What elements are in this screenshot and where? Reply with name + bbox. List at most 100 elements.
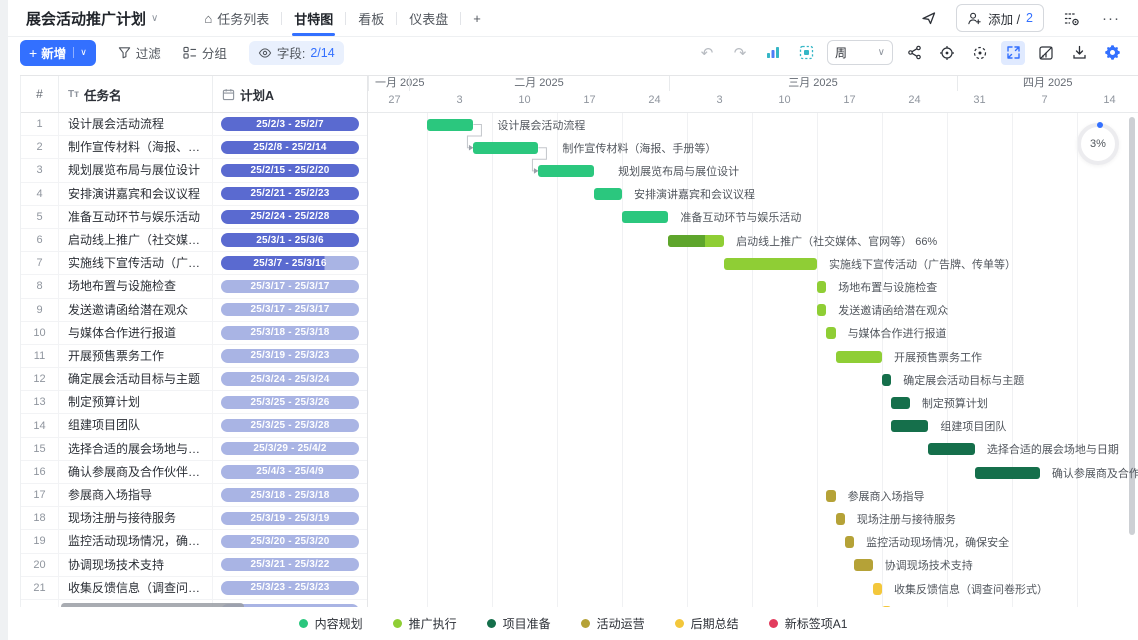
plan-date-pill[interactable]: 25/2/24 - 25/2/28 (221, 210, 359, 224)
tab-gantt[interactable]: 甘特图 (282, 0, 345, 36)
tab-add-view[interactable]: + (461, 0, 493, 36)
plan-date-pill[interactable]: 25/2/21 - 25/2/23 (221, 187, 359, 201)
filter-button[interactable]: 过滤 (118, 43, 161, 62)
tab-task-list[interactable]: ⌂ 任务列表 (192, 0, 281, 36)
task-name[interactable]: 场地布置与设施检查 (59, 275, 213, 297)
redo-icon[interactable]: ↷ (728, 41, 752, 65)
task-row[interactable]: 13制定预算计划25/3/25 - 25/3/26 (21, 391, 367, 414)
gantt-bar[interactable] (622, 211, 668, 223)
task-row[interactable]: 14组建项目团队25/3/25 - 25/3/28 (21, 414, 367, 437)
task-plan-cell[interactable]: 25/2/3 - 25/2/7 (213, 117, 367, 131)
task-name[interactable]: 启动线上推广（社交媒体、官网等） (59, 229, 213, 251)
gantt-bar[interactable] (891, 420, 928, 432)
task-name[interactable]: 规划展览布局与展位设计 (59, 159, 213, 181)
fit-view-icon[interactable] (1001, 41, 1025, 65)
gantt-bar[interactable] (538, 165, 594, 177)
tab-kanban[interactable]: 看板 (346, 0, 396, 36)
progress-ring[interactable]: 3% (1077, 123, 1119, 165)
task-plan-cell[interactable]: 25/3/19 - 25/3/19 (213, 512, 367, 526)
download-icon[interactable] (1067, 41, 1091, 65)
plan-date-pill[interactable]: 25/3/20 - 25/3/20 (221, 535, 359, 549)
task-row[interactable]: 4安排演讲嘉宾和会议议程25/2/21 - 25/2/23 (21, 183, 367, 206)
plan-date-pill[interactable]: 25/3/17 - 25/3/17 (221, 280, 359, 294)
task-row[interactable]: 21收集反馈信息（调查问卷形式）25/3/23 - 25/3/23 (21, 577, 367, 600)
task-name[interactable]: 组建项目团队 (59, 414, 213, 436)
gantt-bar[interactable] (882, 374, 891, 386)
gantt-bar[interactable] (873, 583, 882, 595)
plan-date-pill[interactable]: 25/3/19 - 25/3/23 (221, 349, 359, 363)
tab-dashboard[interactable]: 仪表盘 (397, 0, 460, 36)
plan-date-pill[interactable]: 25/3/7 - 25/3/16 (221, 256, 359, 270)
gantt-bar[interactable] (928, 443, 974, 455)
task-row[interactable]: 15选择合适的展会场地与日期25/3/29 - 25/4/2 (21, 438, 367, 461)
automation-icon[interactable] (1058, 5, 1084, 31)
task-name[interactable]: 准备互动环节与娱乐活动 (59, 206, 213, 228)
baseline-icon[interactable] (794, 41, 818, 65)
more-icon[interactable]: ··· (1098, 5, 1124, 31)
gantt-bar[interactable] (826, 490, 835, 502)
group-button[interactable]: 分组 (183, 43, 227, 62)
task-plan-cell[interactable]: 25/3/21 - 25/3/22 (213, 558, 367, 572)
task-name[interactable]: 制作宣传材料（海报、手册等） (59, 136, 213, 158)
gantt-bar[interactable] (427, 119, 473, 131)
task-row[interactable]: 2制作宣传材料（海报、手册等）25/2/8 - 25/2/14 (21, 136, 367, 159)
hide-chart-icon[interactable] (1034, 41, 1058, 65)
gantt-bar[interactable] (854, 559, 873, 571)
plan-date-pill[interactable]: 25/2/3 - 25/2/7 (221, 117, 359, 131)
task-row[interactable]: 8场地布置与设施检查25/3/17 - 25/3/17 (21, 275, 367, 298)
task-name[interactable]: 收集反馈信息（调查问卷形式） (59, 577, 213, 599)
task-name[interactable]: 安排演讲嘉宾和会议议程 (59, 183, 213, 205)
task-row[interactable]: 20协调现场技术支持25/3/21 - 25/3/22 (21, 554, 367, 577)
gantt-bar[interactable] (975, 467, 1040, 479)
task-row[interactable]: 19监控活动现场情况，确保安全25/3/20 - 25/3/20 (21, 530, 367, 553)
plan-date-pill[interactable]: 25/4/3 - 25/4/9 (221, 465, 359, 479)
task-name[interactable]: 现场注册与接待服务 (59, 507, 213, 529)
plan-date-pill[interactable]: 25/3/23 - 25/3/23 (221, 581, 359, 595)
task-plan-cell[interactable]: 25/2/15 - 25/2/20 (213, 164, 367, 178)
task-row[interactable]: 18现场注册与接待服务25/3/19 - 25/3/19 (21, 507, 367, 530)
plan-date-pill[interactable]: 25/3/29 - 25/4/2 (221, 442, 359, 456)
gantt-bar[interactable] (817, 304, 826, 316)
add-member-button[interactable]: 添加 / 2 (956, 4, 1044, 32)
milestone-chart-icon[interactable] (761, 41, 785, 65)
gantt-bar[interactable] (891, 397, 910, 409)
task-name[interactable]: 发送邀请函给潜在观众 (59, 299, 213, 321)
task-row[interactable]: 11开展预售票务工作25/3/19 - 25/3/23 (21, 345, 367, 368)
task-row[interactable]: 1设计展会活动流程25/2/3 - 25/2/7 (21, 113, 367, 136)
time-scale-select[interactable]: 周 ∨ (827, 40, 893, 65)
fields-button[interactable]: 字段: 2/14 (249, 41, 344, 65)
task-plan-cell[interactable]: 25/3/25 - 25/3/28 (213, 419, 367, 433)
column-header-name[interactable]: Tт 任务名 (59, 76, 213, 112)
plan-date-pill[interactable]: 25/3/1 - 25/3/6 (221, 233, 359, 247)
column-header-index[interactable]: # (21, 76, 59, 112)
plan-date-pill[interactable]: 25/2/8 - 25/2/14 (221, 141, 359, 155)
task-row[interactable]: 10与媒体合作进行报道25/3/18 - 25/3/18 (21, 322, 367, 345)
gantt-bar[interactable] (724, 258, 817, 270)
plan-date-pill[interactable]: 25/3/25 - 25/3/26 (221, 396, 359, 410)
task-plan-cell[interactable]: 25/2/21 - 25/2/23 (213, 187, 367, 201)
plan-date-pill[interactable]: 25/3/18 - 25/3/18 (221, 326, 359, 340)
task-plan-cell[interactable]: 25/3/29 - 25/4/2 (213, 442, 367, 456)
task-plan-cell[interactable]: 25/3/24 - 25/3/24 (213, 372, 367, 386)
task-name[interactable]: 与媒体合作进行报道 (59, 322, 213, 344)
task-name[interactable]: 参展商入场指导 (59, 484, 213, 506)
focus-icon[interactable] (968, 41, 992, 65)
task-plan-cell[interactable]: 25/3/17 - 25/3/17 (213, 280, 367, 294)
new-task-button[interactable]: + 新增 ∨ (20, 40, 96, 66)
task-plan-cell[interactable]: 25/3/1 - 25/3/6 (213, 233, 367, 247)
plan-date-pill[interactable]: 25/3/17 - 25/3/17 (221, 303, 359, 317)
task-name[interactable]: 制定预算计划 (59, 391, 213, 413)
task-plan-cell[interactable]: 25/3/25 - 25/3/26 (213, 396, 367, 410)
task-plan-cell[interactable]: 25/3/19 - 25/3/23 (213, 349, 367, 363)
title-chevron-down-icon[interactable]: ∨ (151, 13, 158, 24)
task-row[interactable]: 9发送邀请函给潜在观众25/3/17 - 25/3/17 (21, 299, 367, 322)
plan-date-pill[interactable]: 25/3/18 - 25/3/18 (221, 488, 359, 502)
task-name[interactable]: 实施线下宣传活动（广告牌、传单等） (59, 252, 213, 274)
task-row[interactable]: 6启动线上推广（社交媒体、官网等）25/3/1 - 25/3/6 (21, 229, 367, 252)
plan-date-pill[interactable]: 25/3/24 - 25/3/24 (221, 372, 359, 386)
plan-date-pill[interactable]: 25/2/15 - 25/2/20 (221, 164, 359, 178)
gantt-bar[interactable] (668, 235, 724, 247)
gantt-bar[interactable] (826, 327, 835, 339)
task-plan-cell[interactable]: 25/3/23 - 25/3/23 (213, 581, 367, 595)
task-name[interactable]: 开展预售票务工作 (59, 345, 213, 367)
